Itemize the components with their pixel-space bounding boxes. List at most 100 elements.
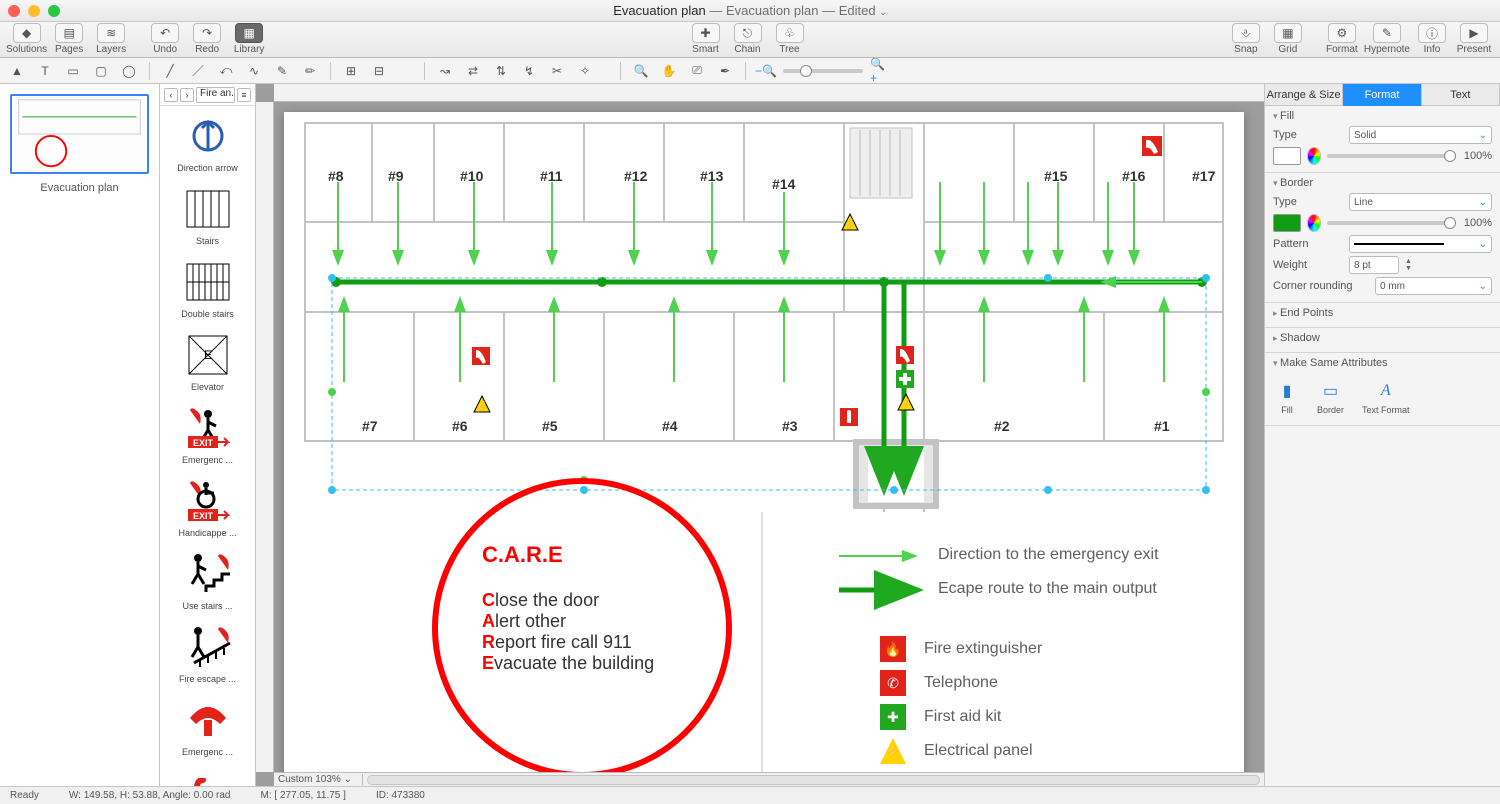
zoom-slider[interactable]	[783, 69, 863, 73]
svg-text:EXIT: EXIT	[192, 438, 213, 448]
fill-type-select[interactable]: Solid	[1349, 126, 1492, 144]
present-button[interactable]: ▶Present	[1454, 23, 1494, 55]
border-color-wheel-icon[interactable]	[1307, 214, 1321, 232]
library-next[interactable]: ›	[180, 88, 194, 102]
pointer-tool[interactable]: ▲	[6, 61, 28, 81]
status-ready: Ready	[10, 790, 39, 801]
border-type-select[interactable]: Line	[1349, 193, 1492, 211]
chain-button[interactable]: ⎋Chain	[728, 23, 768, 55]
status-bar: Ready W: 149.58, H: 53.88, Angle: 0.00 r…	[0, 786, 1500, 804]
smart-button[interactable]: ✚Smart	[686, 23, 726, 55]
insert-tool[interactable]: ⊞	[340, 61, 362, 81]
ruler-vertical[interactable]	[256, 102, 274, 772]
border-opacity-slider[interactable]	[1327, 221, 1456, 225]
border-weight-input[interactable]: 8 pt	[1349, 256, 1399, 274]
redo-button[interactable]: ↷Redo	[187, 23, 227, 55]
lib-stairs[interactable]: Stairs	[160, 179, 255, 252]
ellipse-tool[interactable]: ◯	[118, 61, 140, 81]
fill-color-swatch[interactable]	[1273, 147, 1301, 165]
hypernote-button[interactable]: ✎Hypernote	[1364, 23, 1410, 55]
page-thumbnail-1[interactable]	[10, 94, 149, 174]
text-tool[interactable]: T	[34, 61, 56, 81]
conn-tool2[interactable]: ⇄	[462, 61, 484, 81]
conn-tool3[interactable]: ⇅	[490, 61, 512, 81]
library-menu[interactable]: ≡	[237, 88, 251, 102]
tab-text[interactable]: Text	[1422, 84, 1500, 106]
conn-tool6[interactable]: ✧	[574, 61, 596, 81]
conn-tool5[interactable]: ✂	[546, 61, 568, 81]
border-pattern-select[interactable]	[1349, 235, 1492, 253]
svg-text:EXIT: EXIT	[192, 511, 213, 521]
main-toolbar: ◆Solutions ▤Pages ≋Layers ↶Undo ↷Redo ▦L…	[0, 22, 1500, 58]
conn-tool1[interactable]: ↝	[434, 61, 456, 81]
drop-tool[interactable]: ⎚	[686, 61, 708, 81]
make-same-text[interactable]: AText Format	[1362, 379, 1410, 415]
pages-button[interactable]: ▤Pages	[49, 23, 89, 55]
insert2-tool[interactable]: ⊟	[368, 61, 390, 81]
library-button[interactable]: ▦Library	[229, 23, 269, 55]
legend-escape: Ecape route to the main output	[938, 580, 1157, 598]
lib-more-phone[interactable]	[160, 763, 255, 786]
line2-tool[interactable]: ／	[187, 61, 209, 81]
hand-tool[interactable]: ✋	[658, 61, 680, 81]
section-fill: Fill TypeSolid 100%	[1265, 106, 1500, 173]
ruler-horizontal[interactable]	[274, 84, 1264, 102]
line-tool[interactable]: ╱	[159, 61, 181, 81]
tree-button[interactable]: ♧Tree	[770, 23, 810, 55]
section-border: Border TypeLine 100% Pattern Weight8 pt▲…	[1265, 173, 1500, 303]
grid-button[interactable]: ▦Grid	[1268, 23, 1308, 55]
border-color-swatch[interactable]	[1273, 214, 1301, 232]
lib-handicapped-exit[interactable]: EXITHandicappe ...	[160, 471, 255, 544]
section-shadow[interactable]: Shadow	[1265, 328, 1500, 353]
window-title: Evacuation plan — Evacuation plan — Edit…	[0, 3, 1500, 18]
format-button[interactable]: ⚙Format	[1322, 23, 1362, 55]
bezier-tool[interactable]: ✎	[271, 61, 293, 81]
conn-tool4[interactable]: ↯	[518, 61, 540, 81]
horizontal-scrollbar[interactable]	[367, 775, 1260, 785]
layers-button[interactable]: ≋Layers	[91, 23, 131, 55]
page-canvas[interactable]: #8 #9 #10 #11 #12 #13 #14 #15 #16 #17 #7…	[284, 112, 1244, 772]
tab-arrange[interactable]: Arrange & Size	[1265, 84, 1343, 106]
weight-step-down[interactable]: ▼	[1405, 265, 1419, 272]
library-prev[interactable]: ‹	[164, 88, 178, 102]
legend-direction: Direction to the emergency exit	[938, 546, 1159, 564]
library-selector[interactable]: Fire an...	[196, 87, 235, 103]
info-button[interactable]: ⓘInfo	[1412, 23, 1452, 55]
snap-button[interactable]: ⎀Snap	[1226, 23, 1266, 55]
make-same-border[interactable]: ▭Border	[1317, 379, 1344, 415]
color-wheel-icon[interactable]	[1307, 147, 1321, 165]
fill-opacity-slider[interactable]	[1327, 154, 1456, 158]
section-endpoints[interactable]: End Points	[1265, 303, 1500, 328]
solutions-button[interactable]: ◆Solutions	[6, 23, 47, 55]
pencil-tool[interactable]: ✏	[299, 61, 321, 81]
zoom-tool[interactable]: 🔍	[630, 61, 652, 81]
tab-format[interactable]: Format	[1343, 84, 1421, 106]
spline-tool[interactable]: ∿	[243, 61, 265, 81]
telephone-icon	[1142, 136, 1162, 156]
telephone-icon-2	[472, 347, 490, 365]
zoom-out[interactable]: −🔍	[755, 61, 777, 81]
undo-button[interactable]: ↶Undo	[145, 23, 185, 55]
svg-text:E: E	[203, 348, 211, 362]
lib-use-stairs[interactable]: Use stairs ...	[160, 544, 255, 617]
canvas-scroll[interactable]: #8 #9 #10 #11 #12 #13 #14 #15 #16 #17 #7…	[274, 102, 1264, 772]
make-same-fill[interactable]: ▮Fill	[1275, 379, 1299, 415]
zoom-combo[interactable]: Custom 103% ⌄	[274, 774, 363, 785]
roundrect-tool[interactable]: ▢	[90, 61, 112, 81]
lib-fire-escape[interactable]: Fire escape ...	[160, 617, 255, 690]
arc-tool[interactable]: ⤺	[215, 61, 237, 81]
inspector-panel: Arrange & Size Format Text Fill TypeSoli…	[1264, 84, 1500, 786]
lib-emergency-exit[interactable]: EXITEmergenc ...	[160, 398, 255, 471]
extinguisher-icon	[840, 408, 858, 426]
zoom-in[interactable]: 🔍+	[869, 61, 891, 81]
lib-emergency-phone[interactable]: Emergenc ...	[160, 690, 255, 763]
lib-elevator[interactable]: EElevator	[160, 325, 255, 398]
lib-direction-arrow[interactable]: Direction arrow	[160, 106, 255, 179]
page-thumbnail-label: Evacuation plan	[10, 182, 149, 194]
corner-rounding-select[interactable]: 0 mm	[1375, 277, 1492, 295]
rect-tool[interactable]: ▭	[62, 61, 84, 81]
hazard-icon-2: ⚡	[474, 396, 490, 413]
weight-step-up[interactable]: ▲	[1405, 258, 1419, 265]
lib-double-stairs[interactable]: Double stairs	[160, 252, 255, 325]
eyedrop-tool[interactable]: ✒	[714, 61, 736, 81]
